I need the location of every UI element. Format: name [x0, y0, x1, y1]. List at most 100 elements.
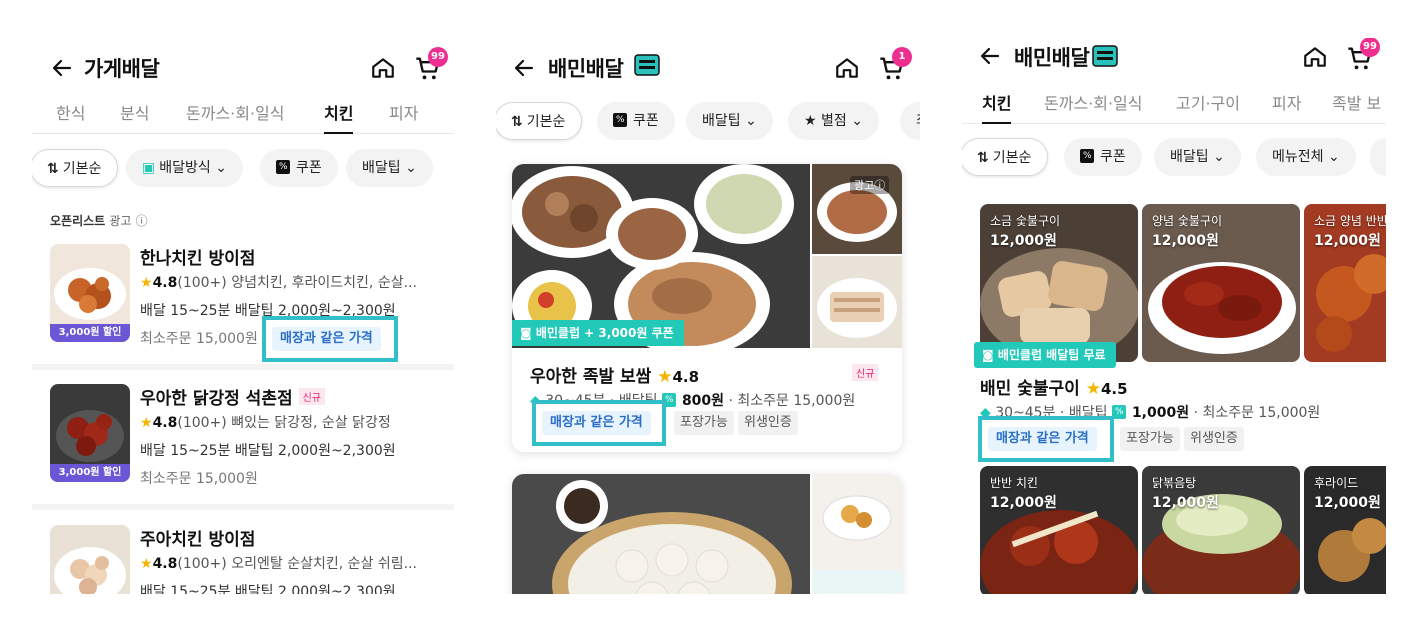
shop-name-text: 한나치킨 방이점: [140, 249, 256, 269]
menu-image[interactable]: 후라이드 12,000원: [1304, 466, 1386, 594]
new-badge: 신규: [298, 388, 326, 405]
menu-name: 소금 양념 반반: [1314, 214, 1386, 228]
sort-chip[interactable]: ⇅ 기본순: [496, 102, 583, 140]
shop-card[interactable]: [512, 474, 902, 594]
shop-name: 한나치킨 방이점: [140, 244, 255, 269]
tab-korean[interactable]: 한식: [56, 94, 85, 134]
shop-name-text: 주아치킨 방이점: [140, 530, 256, 550]
delivery-method-chip[interactable]: ▣ 배달방식 ⌄: [126, 149, 243, 187]
coupon-chip[interactable]: 쿠폰: [1064, 138, 1142, 176]
rating-chip[interactable]: ★ 별점 ⌄: [788, 102, 879, 140]
header: 배민배달 1: [496, 38, 920, 100]
menu-name: 반반 치킨: [990, 476, 1038, 490]
tab-pizza[interactable]: 피자: [1272, 84, 1301, 124]
sort-chip[interactable]: ⇅ 기본순: [32, 149, 119, 187]
delivery-icon: ▣: [142, 160, 156, 176]
home-icon[interactable]: [370, 55, 396, 81]
menu-image[interactable]: 닭볶음탕 12,000원: [1142, 466, 1300, 594]
ad-label[interactable]: 광고ⓘ: [850, 176, 890, 194]
home-icon[interactable]: [834, 55, 860, 81]
coupon-label: 쿠폰: [1100, 149, 1126, 165]
open-list-text: 오픈리스트: [50, 214, 106, 228]
page-title: 배민배달: [1014, 42, 1090, 72]
delivery-fee-label: 배달팁: [362, 160, 401, 176]
shop-thumbnail: 3,000원 할인: [50, 384, 130, 482]
tab-chicken[interactable]: 치킨: [982, 84, 1012, 124]
menu-image[interactable]: 양념 숯불구이 12,000원: [1142, 204, 1300, 362]
coupon-label: 쿠폰: [633, 113, 659, 129]
back-arrow-icon[interactable]: [512, 56, 536, 80]
hygiene-tag: 위생인증: [738, 411, 798, 435]
sort-icon: ⇅: [511, 114, 523, 130]
category-tabs: 치킨 돈까스·회·일식 고기·구이 피자 족발 보: [962, 84, 1386, 124]
delivery-fee-chip[interactable]: 배달팁 ⌄: [1154, 138, 1241, 176]
star-icon: ★: [140, 556, 153, 572]
sort-label: 기본순: [992, 150, 1032, 166]
shop-rating-row: ★4.8(100+) 오리엔탈 순살치킨, 순살 쉬림...: [140, 553, 417, 573]
baemin-logo-icon: [634, 54, 660, 76]
panel-baemin-delivery: 배민배달 1 ⇅기본순 쿠폰 배달팁 ⌄ ★ 별점 ⌄ 최 광고ⓘ: [496, 38, 920, 594]
menu-summary: 양념치킨, 후라이드치킨, 순살...: [231, 275, 417, 291]
list-item[interactable]: 3,000원 할인 우아한 닭강정 석촌점 신규 ★4.8(100+) 뼈있는 닭…: [32, 384, 454, 514]
chevron-down-icon: ⌄: [1213, 149, 1225, 165]
divider: [32, 504, 454, 510]
delivery-info: 배달 15~25분 배달팁 2,000원~2,300원: [140, 443, 396, 459]
menu-image[interactable]: 소금 숯불구이 12,000원: [980, 204, 1138, 362]
delivery-fee-chip[interactable]: 배달팁 ⌄: [346, 149, 433, 187]
tab-japanese[interactable]: 돈까스·회·일식: [186, 94, 285, 134]
review-count: (100+): [177, 556, 227, 572]
shop-card[interactable]: 광고ⓘ ◙ 배민클럽 + 3,000원 쿠폰 우아한 족발 보쌈 ★4.8 신규…: [512, 164, 902, 452]
menu-summary: 오리엔탈 순살치킨, 순살 쉬림...: [231, 556, 417, 572]
star-icon: ★: [657, 367, 673, 387]
sort-chip[interactable]: ⇅ 기본순: [962, 138, 1049, 176]
rating-value: 4.8: [152, 275, 178, 291]
cart-count-badge: 99: [428, 47, 448, 67]
info-icon[interactable]: ⓘ: [136, 214, 148, 228]
new-badge: 신규: [852, 364, 879, 381]
page-title: 가게배달: [84, 57, 160, 81]
page-title: 배민배달: [548, 53, 624, 83]
delivery-fee-chip[interactable]: 배달팁 ⌄: [686, 102, 773, 140]
star-icon: ★: [140, 275, 153, 291]
back-arrow-icon[interactable]: [50, 56, 74, 80]
menu-image[interactable]: 반반 치킨 12,000원: [980, 466, 1138, 594]
list-item[interactable]: 주아치킨 방이점 ★4.8(100+) 오리엔탈 순살치킨, 순살 쉬림... …: [32, 525, 454, 594]
tab-pizza[interactable]: 피자: [389, 94, 418, 134]
club-icon: ◙: [520, 326, 532, 340]
tab-bbq[interactable]: 고기·구이: [1176, 84, 1240, 124]
tab-snack[interactable]: 분식: [120, 94, 149, 134]
menu-all-chip[interactable]: 메뉴전체 ⌄: [1256, 138, 1356, 176]
baemin-logo-icon: [1092, 45, 1118, 67]
menu-price: 12,000원: [990, 233, 1057, 249]
more-chip[interactable]: [1370, 138, 1386, 176]
shop-side-image-2: [812, 256, 902, 348]
back-arrow-icon[interactable]: [978, 44, 1002, 68]
list-item[interactable]: 3,000원 할인 한나치킨 방이점 ★4.8(100+) 양념치킨, 후라이드…: [32, 244, 454, 374]
same-price-tag: 매장과 같은 가격: [542, 411, 651, 435]
shop-name-text: 우아한 족발 보쌈: [530, 367, 652, 387]
shop-name: 우아한 족발 보쌈 ★4.8: [530, 362, 699, 387]
discount-badge: 3,000원 할인: [50, 464, 130, 482]
sort-label: 기본순: [62, 161, 102, 177]
menu-price: 12,000원: [990, 495, 1057, 511]
coupon-chip[interactable]: 쿠폰: [597, 102, 675, 140]
tab-jokbal[interactable]: 족발 보: [1332, 84, 1381, 124]
club-icon: ◙: [982, 348, 994, 362]
coupon-chip[interactable]: 쿠폰: [260, 149, 338, 187]
tab-chicken[interactable]: 치킨: [324, 94, 354, 134]
menu-image[interactable]: 소금 양념 반반 12,000원: [1304, 204, 1386, 362]
more-chip[interactable]: 최: [900, 102, 920, 140]
cart-count-badge: 1: [892, 47, 912, 67]
shop-thumbnail: 3,000원 할인: [50, 244, 130, 342]
tab-japanese[interactable]: 돈까스·회·일식: [1044, 84, 1143, 124]
divider: [32, 364, 454, 370]
rating-value: 4.8: [152, 556, 178, 572]
home-icon[interactable]: [1302, 44, 1328, 70]
filter-chips: ⇅기본순 쿠폰 배달팁 ⌄ 메뉴전체 ⌄: [962, 138, 1386, 178]
min-order: · 최소주문 15,000원: [728, 393, 856, 409]
menu-price: 12,000원: [1152, 495, 1219, 511]
delivery-fee: 800원: [681, 393, 725, 409]
delivery-fee-label: 배달팁: [702, 113, 741, 129]
shop-name-text: 우아한 닭강정 석촌점: [140, 389, 293, 409]
shop-main-image: [512, 474, 810, 594]
